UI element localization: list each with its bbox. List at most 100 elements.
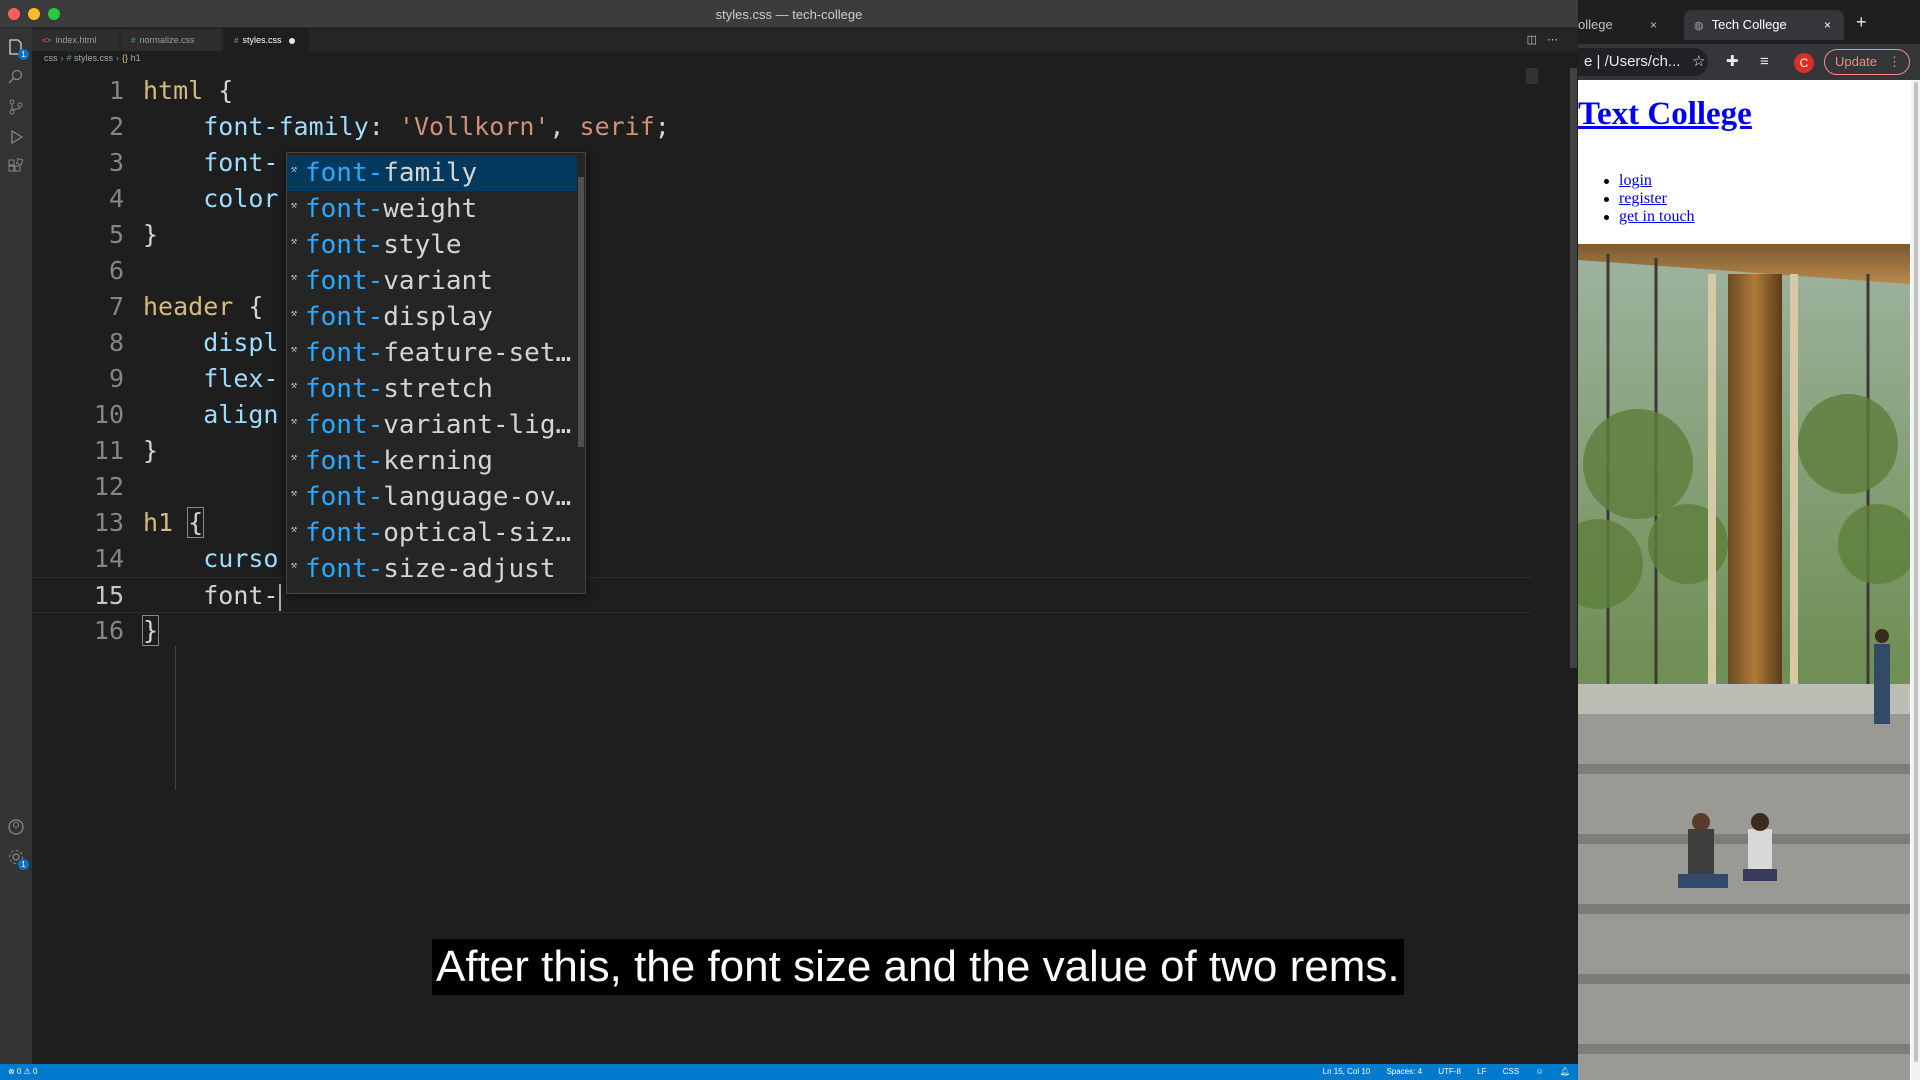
feedback-icon[interactable]: ☺ (1535, 1067, 1543, 1076)
end-of-line[interactable]: LF (1477, 1067, 1486, 1076)
breadcrumb-folder[interactable]: css (44, 53, 58, 63)
line-number: 9 (108, 364, 124, 393)
suggestion-label: font-feature-set… (305, 335, 571, 371)
line-number: 16 (93, 616, 124, 645)
browser-tab-active[interactable]: ◍ Tech College × (1684, 10, 1844, 40)
update-button[interactable]: Update ⋮ (1824, 49, 1910, 75)
suggestion-item[interactable]: ⚒ font-language-ov… (287, 479, 577, 515)
code-line[interactable]: 7 header { (32, 289, 1532, 325)
property-wrench-icon: ⚒ (291, 380, 298, 391)
source-control-icon[interactable] (7, 98, 25, 116)
suggestion-item[interactable]: ⚒ font-feature-set… (287, 335, 577, 371)
suggestions-scrollbar[interactable] (578, 177, 584, 447)
suggestion-item[interactable]: ⚒ font-kerning (287, 443, 577, 479)
code-editor[interactable]: 1 html { 2 font-family: 'Vollkorn', seri… (32, 70, 1578, 1064)
suggestion-label: font-style (305, 227, 462, 263)
close-tab-icon[interactable]: × (1650, 10, 1657, 40)
editor-scrollbar[interactable] (1570, 68, 1577, 668)
more-actions-icon[interactable]: ⋯ (1547, 34, 1568, 46)
search-icon[interactable] (7, 68, 25, 86)
property-wrench-icon: ⚒ (291, 164, 298, 175)
page-scrollbar-thumb[interactable] (1914, 82, 1918, 1062)
code-line[interactable]: 2 font-family: 'Vollkorn', serif; (32, 109, 1532, 145)
suggestion-label: font-size-adjust (305, 551, 555, 587)
code-line[interactable]: 13 h1 { (32, 505, 1532, 541)
menu-kebab-icon: ⋮ (1888, 54, 1901, 69)
suggestion-match: font- (305, 410, 384, 440)
unsaved-dot-icon[interactable] (289, 37, 296, 44)
suggestion-item[interactable]: ⚒ font-family (287, 155, 577, 191)
code-line[interactable]: 9 flex- (32, 361, 1532, 397)
encoding[interactable]: UTF-8 (1438, 1067, 1461, 1076)
suggestion-item[interactable]: ⚒ font-variant (287, 263, 577, 299)
tab-styles-css[interactable]: # styles.css (224, 29, 310, 51)
suggestion-item[interactable]: ⚒ font-optical-siz… (287, 515, 577, 551)
explorer-icon[interactable]: 1 (7, 38, 29, 60)
profile-avatar[interactable]: C (1794, 53, 1814, 73)
code-line[interactable]: 4 color (32, 181, 1532, 217)
nav-link-get-in-touch[interactable]: get in touch (1619, 208, 1695, 225)
activity-bar: 1 1 (0, 28, 32, 1064)
code-line[interactable]: 8 displ (32, 325, 1532, 361)
notifications-icon[interactable]: 🔔︎ (1560, 1067, 1570, 1076)
suggestion-rest: language-ov… (383, 482, 572, 512)
code-line[interactable]: 6 (32, 253, 1532, 289)
code-line[interactable]: 16 } (32, 613, 1532, 649)
breadcrumb-file[interactable]: styles.css (74, 53, 113, 63)
suggestion-label: font-language-ov… (305, 479, 571, 515)
tab-label: normalize.css (139, 35, 195, 45)
suggestion-item[interactable]: ⚒ font-display (287, 299, 577, 335)
status-right: Ln 15, Col 10 Spaces: 4 UTF-8 LF CSS ☺ 🔔… (1309, 1064, 1570, 1080)
breadcrumb-symbol[interactable]: h1 (131, 53, 141, 63)
tab-normalize-css[interactable]: # normalize.css (121, 29, 223, 51)
reading-list-icon[interactable]: ≡ (1760, 53, 1769, 71)
extensions-puzzle-icon[interactable]: ✚ (1726, 53, 1739, 71)
current-code-line[interactable]: 15 font- (32, 577, 1532, 613)
problems-indicator[interactable]: ⊗ 0 ⚠ 0 (8, 1064, 37, 1080)
suggestion-rest: kerning (383, 446, 493, 476)
suggestion-item[interactable]: ⚒ font-stretch (287, 371, 577, 407)
line-number: 10 (93, 400, 124, 429)
extensions-icon[interactable] (7, 157, 25, 176)
split-editor-icon[interactable]: ◫ (1527, 34, 1547, 46)
line-number: 2 (108, 112, 124, 141)
nav-link-login[interactable]: login (1619, 172, 1652, 189)
close-tab-icon[interactable]: × (1824, 10, 1831, 40)
bookmark-star-icon[interactable]: ☆ (1692, 53, 1705, 71)
site-title-link[interactable]: Text College (1578, 96, 1752, 133)
suggestion-label: font-family (305, 155, 477, 191)
property-wrench-icon: ⚒ (291, 344, 298, 355)
indentation[interactable]: Spaces: 4 (1386, 1067, 1422, 1076)
code-line[interactable]: 11 } (32, 433, 1532, 469)
browser-tab[interactable]: ollege × (1578, 10, 1670, 40)
browser-toolbar: e | /Users/ch... ☆ ✚ ≡ C Update ⋮ (1578, 44, 1920, 80)
code-line[interactable]: 5 } (32, 217, 1532, 253)
video-caption: After this, the font size and the value … (432, 939, 1404, 995)
tab-index-html[interactable]: <> index.html (32, 29, 120, 51)
run-debug-icon[interactable] (7, 128, 25, 146)
code-line[interactable]: 10 align (32, 397, 1532, 433)
code-line[interactable]: 3 font- (32, 145, 1532, 181)
minimap[interactable] (1526, 68, 1538, 84)
address-bar[interactable]: e | /Users/ch... (1578, 48, 1708, 76)
code-line[interactable]: 1 html { (32, 73, 1532, 109)
update-label: Update (1835, 54, 1877, 69)
window-title: styles.css — tech-college (715, 7, 863, 22)
code-line[interactable]: 14 curso (32, 541, 1532, 577)
suggestion-item[interactable]: ⚒ font-weight (287, 191, 577, 227)
property-wrench-icon: ⚒ (291, 416, 298, 427)
suggestion-item[interactable]: ⚒ font-size-adjust (287, 551, 577, 587)
vscode-window: styles.css — tech-college 1 1 <> index.ht… (0, 0, 1578, 1080)
cursor-position[interactable]: Ln 15, Col 10 (1323, 1067, 1371, 1076)
suggestion-item[interactable]: ⚒ font-variant-lig… (287, 407, 577, 443)
nav-link-register[interactable]: register (1619, 190, 1667, 207)
css-file-icon: # (131, 36, 136, 45)
suggestion-item[interactable]: ⚒ font-style (287, 227, 577, 263)
autocomplete-suggestions[interactable]: ⚒ font-family ⚒ font-weight ⚒ font-style ⚒ font… (286, 152, 586, 594)
settings-gear-icon[interactable]: 1 (7, 848, 29, 870)
new-tab-button[interactable]: + (1856, 12, 1867, 33)
language-mode[interactable]: CSS (1503, 1067, 1519, 1076)
line-number: 8 (108, 328, 124, 357)
account-icon[interactable] (7, 818, 25, 836)
code-line[interactable]: 12 (32, 469, 1532, 505)
